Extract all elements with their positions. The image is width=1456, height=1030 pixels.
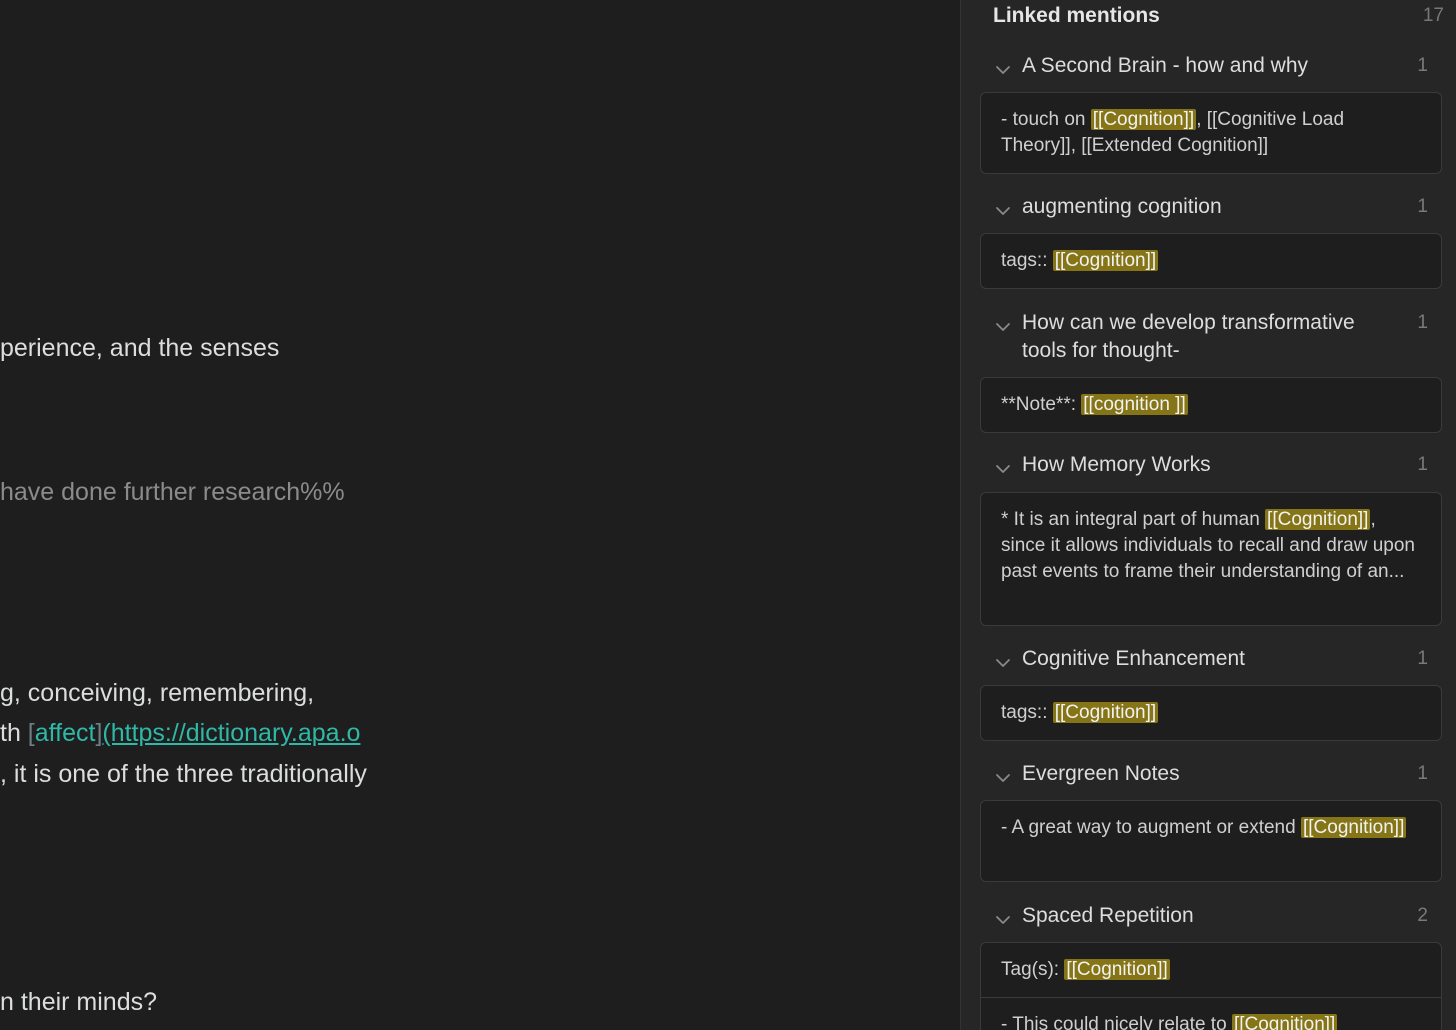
- backlink-snippet: Tag(s): [[Cognition]]: [1001, 957, 1421, 983]
- chevron-down-icon[interactable]: [995, 461, 1011, 477]
- editor-line[interactable]: perience, and the senses: [0, 332, 279, 364]
- chevron-down-icon[interactable]: [995, 319, 1011, 335]
- snippet-text: * It is an integral part of human: [1001, 509, 1266, 530]
- search-match-highlight: [[Cognition]]: [1231, 1014, 1338, 1030]
- backlink-snippet-card[interactable]: - This could nicely relate to [[Cognitio…: [980, 997, 1442, 1030]
- snippet-text: tags::: [1001, 250, 1053, 271]
- backlink-count: 1: [1417, 312, 1428, 333]
- backlink-count: 1: [1417, 196, 1428, 217]
- backlink-count: 1: [1417, 55, 1428, 76]
- search-match-highlight: [[Cognition]]: [1052, 250, 1159, 271]
- editor-text: have done further research%%: [0, 478, 345, 506]
- editor-text: [: [27, 719, 35, 747]
- backlink-snippet-card[interactable]: **Note**: [[cognition ]]: [980, 377, 1442, 433]
- snippet-text: tags::: [1001, 702, 1053, 723]
- backlink-snippet: * It is an integral part of human [[Cogn…: [1001, 507, 1421, 585]
- editor-line[interactable]: n their minds?: [0, 986, 157, 1018]
- editor-text: n their minds?: [0, 988, 158, 1016]
- snippet-text: - This could nicely relate to: [1001, 1014, 1232, 1030]
- editor-text: perience, and the senses: [0, 334, 280, 362]
- editor-text: , it is one of the three traditionally: [0, 760, 367, 788]
- backlink-snippet-card[interactable]: - A great way to augment or extend [[Cog…: [980, 800, 1442, 882]
- editor-pane[interactable]: perience, and the senses have done furth…: [0, 0, 960, 1030]
- search-match-highlight: [[Cognition]]: [1090, 109, 1197, 130]
- backlink-snippet: **Note**: [[cognition ]]: [1001, 392, 1421, 418]
- backlink-snippet: - A great way to augment or extend [[Cog…: [1001, 815, 1421, 841]
- external-link[interactable]: (https://dictionary.apa.o: [102, 719, 360, 747]
- backlink-snippet-card[interactable]: - touch on [[Cognition]], [[Cognitive Lo…: [980, 92, 1442, 174]
- search-match-highlight: [[Cognition]]: [1300, 817, 1407, 838]
- backlink-count: 1: [1417, 763, 1428, 784]
- editor-line[interactable]: , it is one of the three traditionally: [0, 758, 367, 790]
- chevron-down-icon[interactable]: [995, 62, 1011, 78]
- chevron-down-icon[interactable]: [995, 203, 1011, 219]
- backlink-snippet: - This could nicely relate to [[Cognitio…: [1001, 1012, 1421, 1030]
- linked-mentions-count: 17: [1422, 5, 1444, 26]
- search-match-highlight: [[Cognition]]: [1265, 509, 1371, 530]
- search-match-highlight: [[cognition ]]: [1081, 394, 1188, 415]
- backlink-snippet-card[interactable]: tags:: [[Cognition]]: [980, 685, 1442, 741]
- backlink-snippet: - touch on [[Cognition]], [[Cognitive Lo…: [1001, 107, 1421, 159]
- linked-mentions-header[interactable]: Linked mentions 17: [993, 2, 1444, 30]
- backlink-file-title[interactable]: augmenting cognition: [1022, 193, 1392, 221]
- backlink-group-header[interactable]: How can we develop transformative tools …: [961, 309, 1456, 369]
- backlinks-panel: Linked mentions 17 A Second Brain - how …: [961, 0, 1456, 1030]
- search-match-highlight: [[Cognition]]: [1052, 702, 1159, 723]
- backlink-count: 2: [1417, 905, 1428, 926]
- backlink-snippet-card[interactable]: Tag(s): [[Cognition]]: [980, 942, 1442, 998]
- linked-mentions-title: Linked mentions: [993, 4, 1160, 27]
- backlink-count: 1: [1417, 454, 1428, 475]
- chevron-down-icon[interactable]: [995, 770, 1011, 786]
- backlink-snippet: tags:: [[Cognition]]: [1001, 248, 1421, 274]
- editor-line[interactable]: g, conceiving, remembering,: [0, 677, 314, 709]
- search-match-highlight: [[Cognition]]: [1064, 959, 1170, 980]
- chevron-down-icon[interactable]: [995, 912, 1011, 928]
- backlink-snippet: tags:: [[Cognition]]: [1001, 700, 1421, 726]
- editor-text: th: [0, 719, 28, 747]
- chevron-down-icon[interactable]: [995, 655, 1011, 671]
- link-text[interactable]: affect: [35, 719, 96, 747]
- backlink-file-title[interactable]: How can we develop transformative tools …: [1022, 309, 1392, 365]
- backlink-file-title[interactable]: Evergreen Notes: [1022, 760, 1392, 788]
- snippet-text: **Note**:: [1001, 394, 1082, 415]
- editor-line[interactable]: th [affect](https://dictionary.apa.o: [0, 717, 360, 749]
- panel-scrollbar[interactable]: [1448, 0, 1456, 1030]
- snippet-text: - A great way to augment or extend: [1001, 817, 1301, 838]
- editor-line[interactable]: have done further research%%: [0, 476, 345, 508]
- backlink-snippet-card[interactable]: tags:: [[Cognition]]: [980, 233, 1442, 289]
- backlink-count: 1: [1417, 648, 1428, 669]
- snippet-text: - touch on: [1001, 109, 1091, 130]
- backlink-file-title[interactable]: Cognitive Enhancement: [1022, 645, 1392, 673]
- backlink-file-title[interactable]: How Memory Works: [1022, 451, 1392, 479]
- backlink-file-title[interactable]: A Second Brain - how and why: [1022, 52, 1392, 80]
- editor-text: g, conceiving, remembering,: [0, 679, 315, 707]
- backlink-file-title[interactable]: Spaced Repetition: [1022, 902, 1392, 930]
- snippet-text: Tag(s):: [1001, 959, 1065, 980]
- backlink-snippet-card[interactable]: * It is an integral part of human [[Cogn…: [980, 492, 1442, 626]
